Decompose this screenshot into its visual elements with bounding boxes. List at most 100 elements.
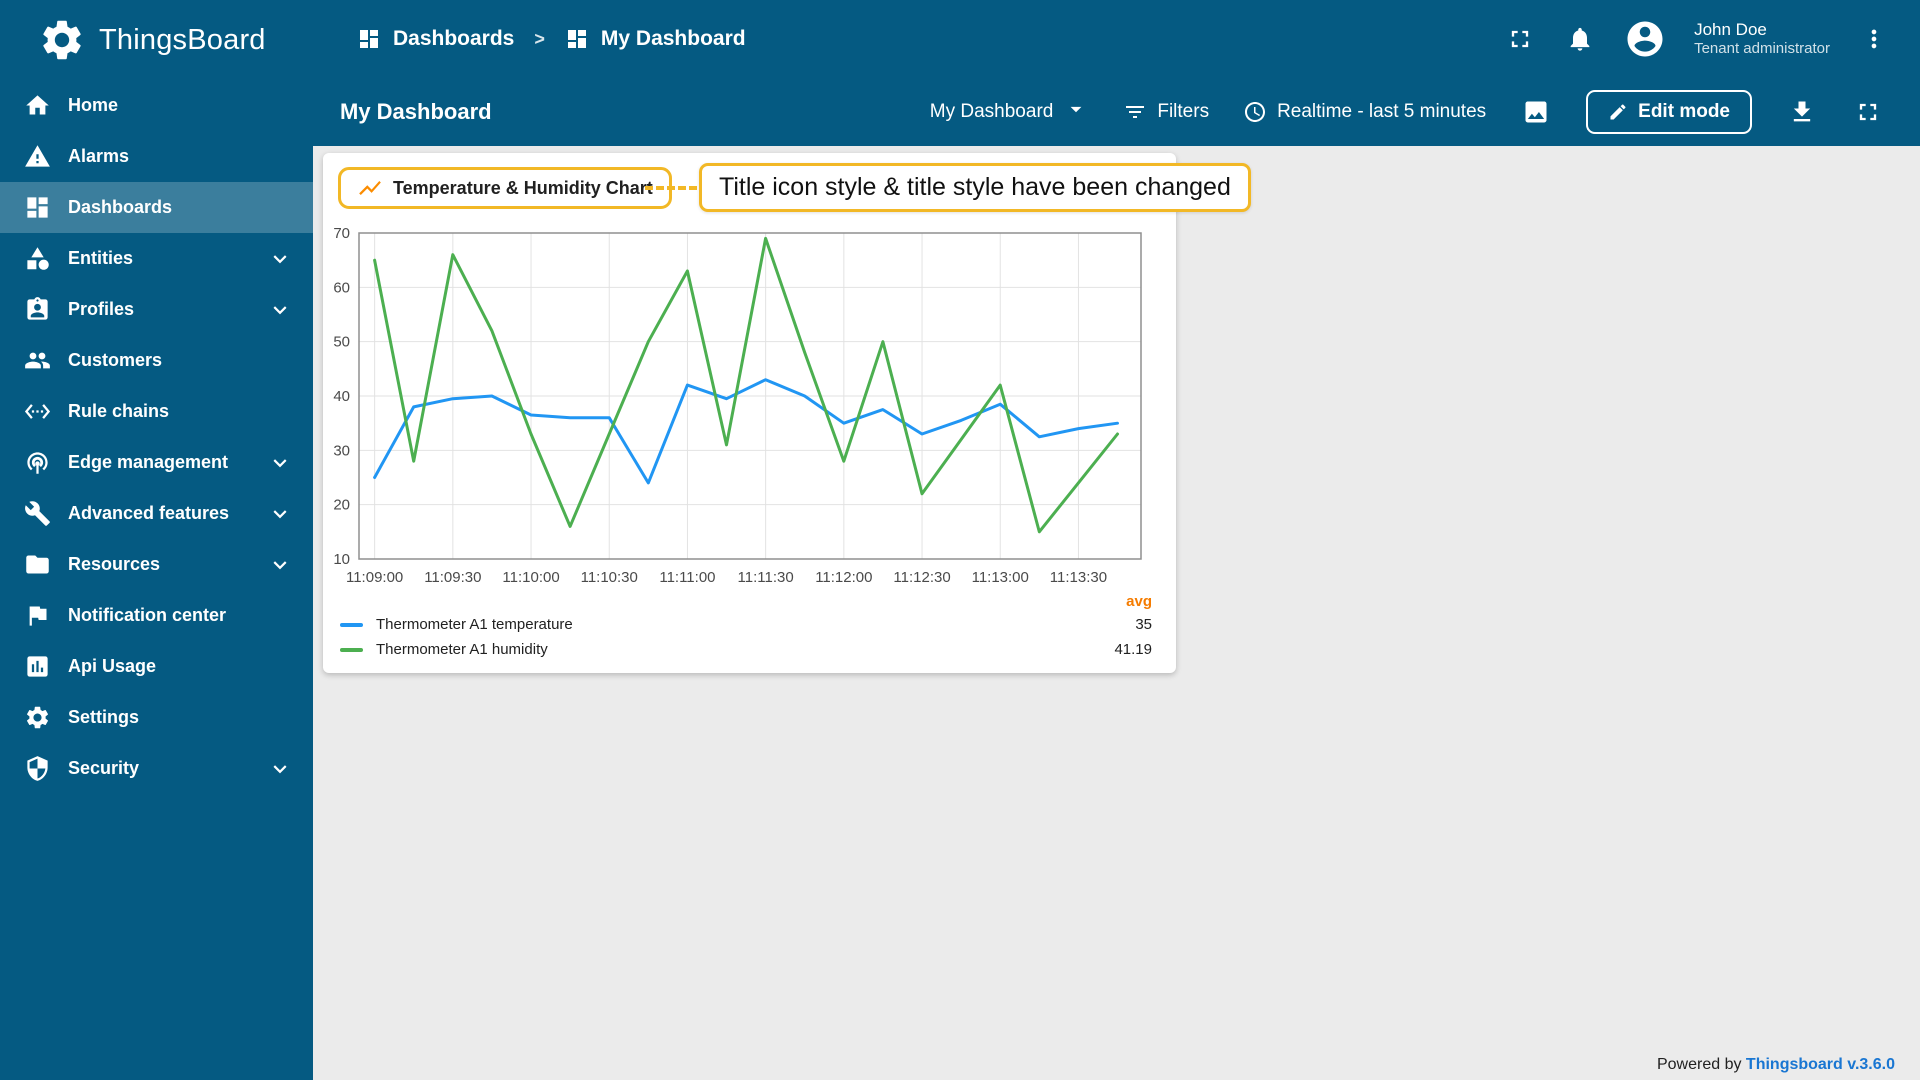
dashboard-image-button[interactable] — [1520, 96, 1552, 128]
more-vert-icon — [1871, 29, 1877, 49]
sidebar: ThingsBoard Home Alarms Dashboards Entities… — [0, 0, 313, 1080]
powered-by-footer: Powered by Thingsboard v.3.6.0 — [1657, 1056, 1895, 1074]
svg-text:60: 60 — [333, 279, 350, 296]
series-avg-value: 35 — [1135, 616, 1152, 633]
dashboard-select[interactable]: My Dashboard — [930, 96, 1090, 128]
sidebar-item-label: Edge management — [68, 452, 229, 472]
notifications-button[interactable] — [1564, 23, 1596, 55]
annotation-connector — [645, 186, 697, 190]
sidebar-item-label: Rule chains — [68, 401, 170, 421]
series-name: Thermometer A1 humidity — [376, 641, 548, 658]
chevron-down-icon — [267, 552, 293, 578]
series-name: Thermometer A1 temperature — [376, 616, 573, 633]
chevron-down-icon — [267, 450, 293, 476]
thingsboard-version-link[interactable]: Thingsboard v.3.6.0 — [1746, 1056, 1895, 1073]
legend-row-temperature[interactable]: Thermometer A1 temperature 35 — [340, 612, 1152, 637]
dashboards-icon — [24, 194, 51, 221]
legend-avg-header: avg — [1126, 592, 1152, 610]
sidebar-item-label: Notification center — [68, 605, 227, 625]
temperature-series-color — [340, 622, 363, 627]
fullscreen-button[interactable] — [1504, 23, 1536, 55]
toolbar-actions: My Dashboard Filters Realtime - last 5 m… — [930, 90, 1884, 134]
chevron-down-icon — [267, 246, 293, 272]
chevron-down-icon — [267, 756, 293, 782]
sidebar-item-api-usage[interactable]: Api Usage — [0, 641, 313, 692]
sidebar-item-settings[interactable]: Settings — [0, 692, 313, 743]
pencil-icon — [1610, 104, 1626, 120]
chevron-down-icon — [267, 501, 293, 527]
sidebar-item-label: Customers — [68, 350, 163, 370]
sidebar-item-security[interactable]: Security — [0, 743, 313, 794]
chevron-down-icon — [267, 297, 293, 323]
sidebar-item-profiles[interactable]: Profiles — [0, 284, 313, 335]
sidebar-item-entities[interactable]: Entities — [0, 233, 313, 284]
image-icon — [1525, 101, 1547, 123]
widget-title: Temperature & Humidity Chart — [393, 177, 653, 198]
legend-header: avg — [340, 590, 1152, 612]
sidebar-item-notification-center[interactable]: Notification center — [0, 590, 313, 641]
breadcrumb: Dashboards > My Dashboard — [357, 27, 746, 51]
annotation-callout: Title icon style & title style have been… — [699, 163, 1251, 212]
user-avatar[interactable] — [1624, 18, 1666, 60]
sidebar-item-label: Api Usage — [68, 656, 157, 676]
sidebar-item-dashboards[interactable]: Dashboards — [0, 182, 313, 233]
sidebar-item-label: Dashboards — [68, 197, 173, 217]
more-menu-button[interactable] — [1858, 23, 1890, 55]
sidebar-item-rule-chains[interactable]: Rule chains — [0, 386, 313, 437]
filters-label: Filters — [1157, 101, 1210, 122]
user-name: John Doe — [1694, 20, 1767, 39]
page-title: My Dashboard — [340, 99, 492, 124]
bell-icon — [1570, 27, 1590, 51]
chevron-down-icon — [1063, 96, 1089, 128]
line-chart-icon — [359, 180, 381, 196]
edit-mode-label: Edit mode — [1638, 101, 1730, 122]
logo[interactable]: ThingsBoard — [0, 0, 313, 80]
sidebar-item-alarms[interactable]: Alarms — [0, 131, 313, 182]
legend-row-humidity[interactable]: Thermometer A1 humidity 41.19 — [340, 637, 1152, 662]
customers-icon — [24, 347, 51, 374]
toolbar-fullscreen-button[interactable] — [1852, 96, 1884, 128]
svg-text:50: 50 — [333, 334, 350, 351]
timeseries-chart: 10 20 30 40 50 60 70 11:09:00 11:09:30 11:10:00 11… — [333, 225, 1142, 586]
sidebar-item-label: Entities — [68, 248, 134, 268]
header: Dashboards > My Dashboard John Doe Tenan… — [313, 0, 1920, 78]
svg-text:11:09:30: 11:09:30 — [424, 569, 481, 586]
dashboard-toolbar: My Dashboard My Dashboard Filters Realti… — [313, 78, 1920, 146]
timewindow-button[interactable]: Realtime - last 5 minutes — [1243, 100, 1486, 124]
filters-button[interactable]: Filters — [1123, 100, 1209, 124]
sidebar-item-label: Security — [68, 758, 140, 778]
svg-text:40: 40 — [333, 388, 350, 405]
sidebar-nav: Home Alarms Dashboards Entities Profiles Cust… — [0, 80, 313, 794]
rule-chains-icon — [24, 398, 51, 425]
svg-text:10: 10 — [333, 551, 350, 568]
user-info[interactable]: John Doe Tenant administrator — [1694, 19, 1830, 59]
sidebar-item-edge-management[interactable]: Edge management — [0, 437, 313, 488]
sidebar-item-label: Home — [68, 95, 119, 115]
widget-title-box[interactable]: Temperature & Humidity Chart — [338, 167, 672, 209]
powered-by-text: Powered by — [1656, 1056, 1742, 1073]
humidity-series-color — [340, 647, 363, 652]
download-button[interactable] — [1786, 96, 1818, 128]
sidebar-item-label: Alarms — [68, 146, 130, 166]
security-icon — [24, 755, 51, 782]
sidebar-item-advanced-features[interactable]: Advanced features — [0, 488, 313, 539]
brand-name: ThingsBoard — [99, 23, 266, 56]
clock-icon — [1245, 102, 1266, 122]
chart-legend: avg Thermometer A1 temperature 35 Thermo… — [340, 590, 1152, 662]
sidebar-item-label: Settings — [68, 707, 140, 727]
svg-text:11:10:30: 11:10:30 — [581, 569, 638, 586]
sidebar-item-home[interactable]: Home — [0, 80, 313, 131]
sidebar-item-label: Advanced features — [68, 503, 230, 523]
settings-icon — [24, 704, 51, 731]
alarms-icon — [24, 143, 51, 170]
svg-text:11:13:00: 11:13:00 — [972, 569, 1029, 586]
breadcrumb-dashboards[interactable]: Dashboards — [357, 27, 514, 51]
svg-text:70: 70 — [333, 225, 350, 242]
edit-mode-button[interactable]: Edit mode — [1586, 90, 1752, 134]
profiles-icon — [24, 296, 51, 323]
sidebar-item-customers[interactable]: Customers — [0, 335, 313, 386]
sidebar-item-resources[interactable]: Resources — [0, 539, 313, 590]
svg-text:11:12:30: 11:12:30 — [893, 569, 950, 586]
breadcrumb-my-dashboard[interactable]: My Dashboard — [565, 27, 746, 51]
advanced-features-icon — [24, 500, 51, 527]
